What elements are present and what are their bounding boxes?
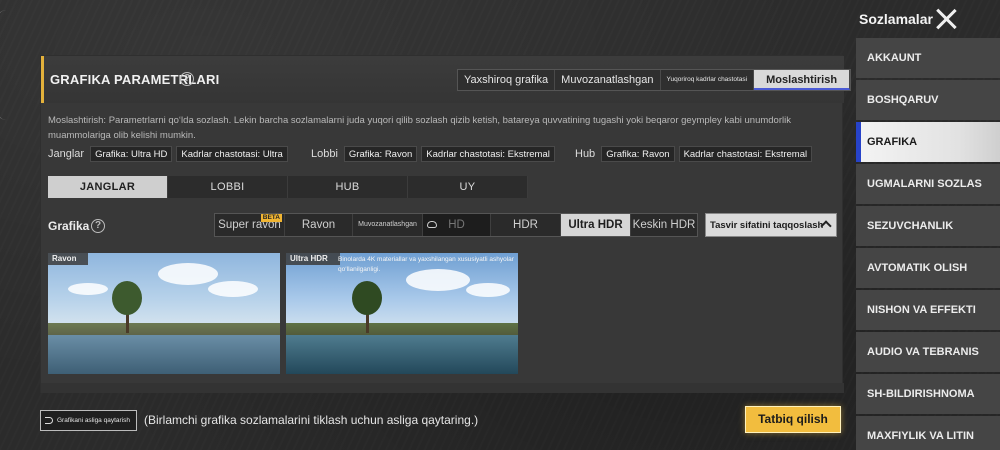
preview-ravon: Ravon bbox=[48, 253, 280, 374]
beta-badge: BETA bbox=[260, 214, 282, 222]
reset-label: Grafikani asliga qaytarish bbox=[57, 417, 130, 424]
grafika-label: Grafika bbox=[48, 219, 90, 233]
quality-keskin-hdr[interactable]: Keskin HDR bbox=[631, 214, 697, 236]
reset-note: (Birlamchi grafika sozlamalarini tiklash… bbox=[144, 413, 479, 427]
mode-tabs: JANGLAR LOBBI HUB UY bbox=[48, 176, 528, 198]
preview-water bbox=[286, 335, 518, 374]
settings-sidebar: AKKAUNT BOSHQARUV GRAFIKA UGMALARNI SOZL… bbox=[856, 38, 1000, 450]
summary-janglar: Janglar Grafika: Ultra HD Kadrlar chasto… bbox=[48, 146, 288, 162]
sidebar-item-avtomatik-olish[interactable]: AVTOMATIK OLISH bbox=[856, 248, 1000, 288]
summary-grafika: Grafika: Ravon bbox=[343, 146, 418, 162]
sidebar-item-bildirishnoma[interactable]: SH-BILDIRISHNOMA bbox=[856, 374, 1000, 414]
tab-uy[interactable]: UY bbox=[408, 176, 528, 198]
cloud-download-icon bbox=[427, 221, 437, 228]
summary-label: Lobbi bbox=[311, 148, 338, 160]
compare-quality-button[interactable]: Tasvir sifatini taqqoslash bbox=[705, 213, 837, 237]
quality-hd[interactable]: HD bbox=[423, 214, 491, 236]
preview-tag: Ravon bbox=[48, 253, 89, 265]
tab-janglar[interactable]: JANGLAR bbox=[48, 176, 168, 198]
summary-grafika: Grafika: Ultra HD bbox=[90, 146, 173, 162]
sidebar-item-grafika[interactable]: GRAFIKA bbox=[856, 122, 1000, 162]
tab-hub[interactable]: HUB bbox=[288, 176, 408, 198]
cloud-shape bbox=[68, 283, 108, 295]
quality-super-ravon[interactable]: Super ravon BETA bbox=[215, 214, 285, 236]
summary-fps: Kadrlar chastotasi: Ekstremal bbox=[421, 146, 555, 162]
summary-fps: Kadrlar chastotasi: Ultra bbox=[176, 146, 288, 162]
cloud-shape bbox=[208, 281, 258, 297]
sidebar-title: Sozlamalar bbox=[859, 11, 933, 27]
quality-label: HD bbox=[448, 219, 465, 231]
preset-description: Moslashtirish: Parametrlarni qo‘lda sozl… bbox=[48, 115, 791, 141]
panel-footer-strip bbox=[41, 383, 844, 393]
quality-ultra-hdr[interactable]: Ultra HDR bbox=[561, 214, 631, 236]
tree-crown bbox=[352, 281, 382, 315]
sidebar-item-maxfiylik[interactable]: MAXFIYLIK VA LITIN bbox=[856, 416, 1000, 450]
compare-label: Tasvir sifatini taqqoslash bbox=[710, 220, 824, 231]
apply-button[interactable]: Tatbiq qilish bbox=[745, 406, 841, 433]
preset-tab-yaxshiroq[interactable]: Yaxshiroq grafika bbox=[458, 70, 556, 90]
sidebar-item-akkaunt[interactable]: AKKAUNT bbox=[856, 38, 1000, 78]
help-icon[interactable]: ? bbox=[91, 219, 105, 233]
summary-label: Hub bbox=[575, 148, 596, 160]
quality-hdr[interactable]: HDR bbox=[491, 214, 561, 236]
tab-lobbi[interactable]: LOBBI bbox=[168, 176, 288, 198]
preview-ultra-hdr: Ultra HDR Binolarda 4K materiallar va ya… bbox=[286, 253, 518, 374]
summary-lobbi: Lobbi Grafika: Ravon Kadrlar chastotasi:… bbox=[311, 146, 555, 162]
reset-icon bbox=[45, 417, 53, 424]
preset-tabs: Yaxshiroq grafika Muvozanatlashgan Yuqor… bbox=[457, 69, 852, 91]
tree-crown bbox=[112, 281, 142, 315]
summary-label: Janglar bbox=[48, 148, 85, 160]
quality-selector: Super ravon BETA Ravon Muvozanatlashgan … bbox=[214, 213, 698, 237]
reset-graphics-button[interactable]: Grafikani asliga qaytarish bbox=[40, 410, 137, 431]
quality-ravon[interactable]: Ravon bbox=[285, 214, 353, 236]
close-icon[interactable] bbox=[934, 7, 958, 31]
sidebar-item-boshqaruv[interactable]: BOSHQARUV bbox=[856, 80, 1000, 120]
summary-grafika: Grafika: Ravon bbox=[601, 146, 675, 162]
preview-tag: Ultra HDR bbox=[286, 253, 340, 265]
panel-header: GRAFIKA PARAMETRLARI ? Yaxshiroq grafika… bbox=[41, 56, 852, 103]
sidebar-item-sezuvchanlik[interactable]: SEZUVCHANLIK bbox=[856, 206, 1000, 246]
sidebar-item-audio[interactable]: AUDIO VA TEBRANIS bbox=[856, 332, 1000, 372]
preview-caption: Binolarda 4K materiallar va yaxshilangan… bbox=[338, 256, 514, 273]
preview-water bbox=[48, 335, 280, 374]
help-icon[interactable]: ? bbox=[180, 72, 194, 86]
quality-muvozanatlashgan[interactable]: Muvozanatlashgan bbox=[353, 214, 423, 236]
cloud-shape bbox=[158, 263, 218, 285]
preset-tab-moslashtirish[interactable]: Moslashtirish bbox=[754, 70, 851, 90]
summary-fps: Kadrlar chastotasi: Ekstremal bbox=[678, 146, 813, 162]
sidebar-item-nishon[interactable]: NISHON VA EFFEKTI bbox=[856, 290, 1000, 330]
summary-hub: Hub Grafika: Ravon Kadrlar chastotasi: E… bbox=[575, 146, 813, 162]
cloud-shape bbox=[466, 283, 510, 297]
preset-tab-muvozanatlashgan[interactable]: Muvozanatlashgan bbox=[555, 70, 661, 90]
preset-tab-yuqoriroq-fps[interactable]: Yuqoriroq kadrlar chastotasi bbox=[660, 70, 755, 90]
graphics-settings-panel: GRAFIKA PARAMETRLARI ? Yaxshiroq grafika… bbox=[40, 55, 852, 393]
sidebar-item-tugmalar[interactable]: UGMALARNI SOZLAS bbox=[856, 164, 1000, 204]
